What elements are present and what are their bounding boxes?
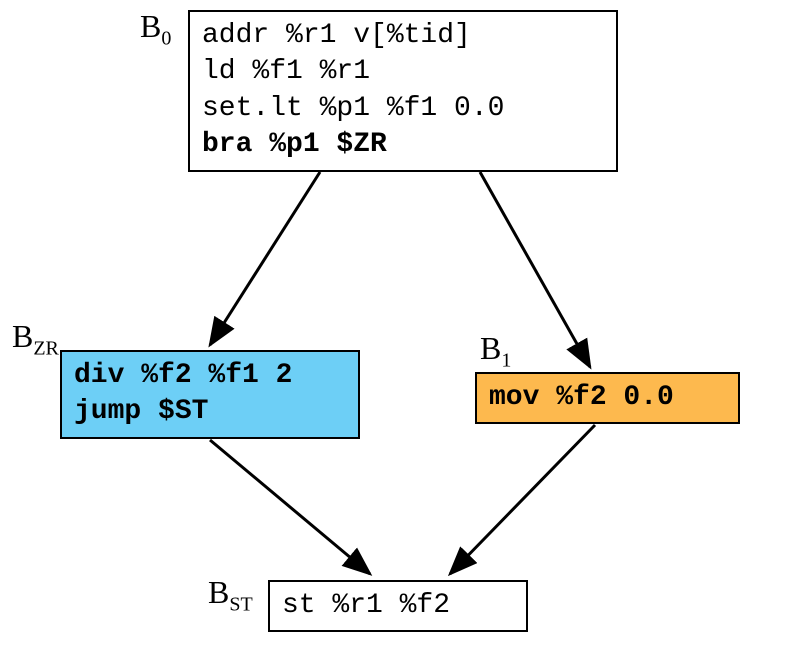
bzr-label-main: B: [12, 318, 33, 354]
block-b0-label: B0: [140, 8, 171, 50]
block-b0: addr %r1 v[%tid] ld %f1 %r1 set.lt %p1 %…: [188, 10, 618, 172]
b1-label-sub: 1: [501, 349, 511, 371]
b0-line-0: addr %r1 v[%tid]: [202, 18, 604, 54]
bst-label-main: B: [208, 574, 229, 610]
block-b1-label: B1: [480, 330, 511, 372]
block-bzr-label: BZR: [12, 318, 59, 360]
b1-label-main: B: [480, 330, 501, 366]
bzr-label-sub: ZR: [33, 337, 59, 359]
b0-line-3: bra %p1 $ZR: [202, 127, 604, 163]
b0-label-sub: 0: [161, 27, 171, 49]
arrow-b1-to-bst: [450, 425, 595, 574]
block-bzr: div %f2 %f1 2 jump $ST: [60, 350, 360, 439]
b0-line-2: set.lt %p1 %f1 0.0: [202, 91, 604, 127]
arrow-bzr-to-bst: [210, 440, 370, 574]
arrow-b0-to-bzr: [210, 172, 320, 345]
block-bst: st %r1 %f2: [268, 580, 528, 632]
bzr-line-1: jump $ST: [74, 394, 346, 430]
b1-line-0: mov %f2 0.0: [489, 380, 726, 416]
bzr-line-0: div %f2 %f1 2: [74, 358, 346, 394]
block-b1: mov %f2 0.0: [475, 372, 740, 424]
bst-label-sub: ST: [229, 593, 252, 615]
block-bst-label: BST: [208, 574, 253, 616]
b0-label-main: B: [140, 8, 161, 44]
b0-line-1: ld %f1 %r1: [202, 54, 604, 90]
bst-line-0: st %r1 %f2: [282, 588, 514, 624]
